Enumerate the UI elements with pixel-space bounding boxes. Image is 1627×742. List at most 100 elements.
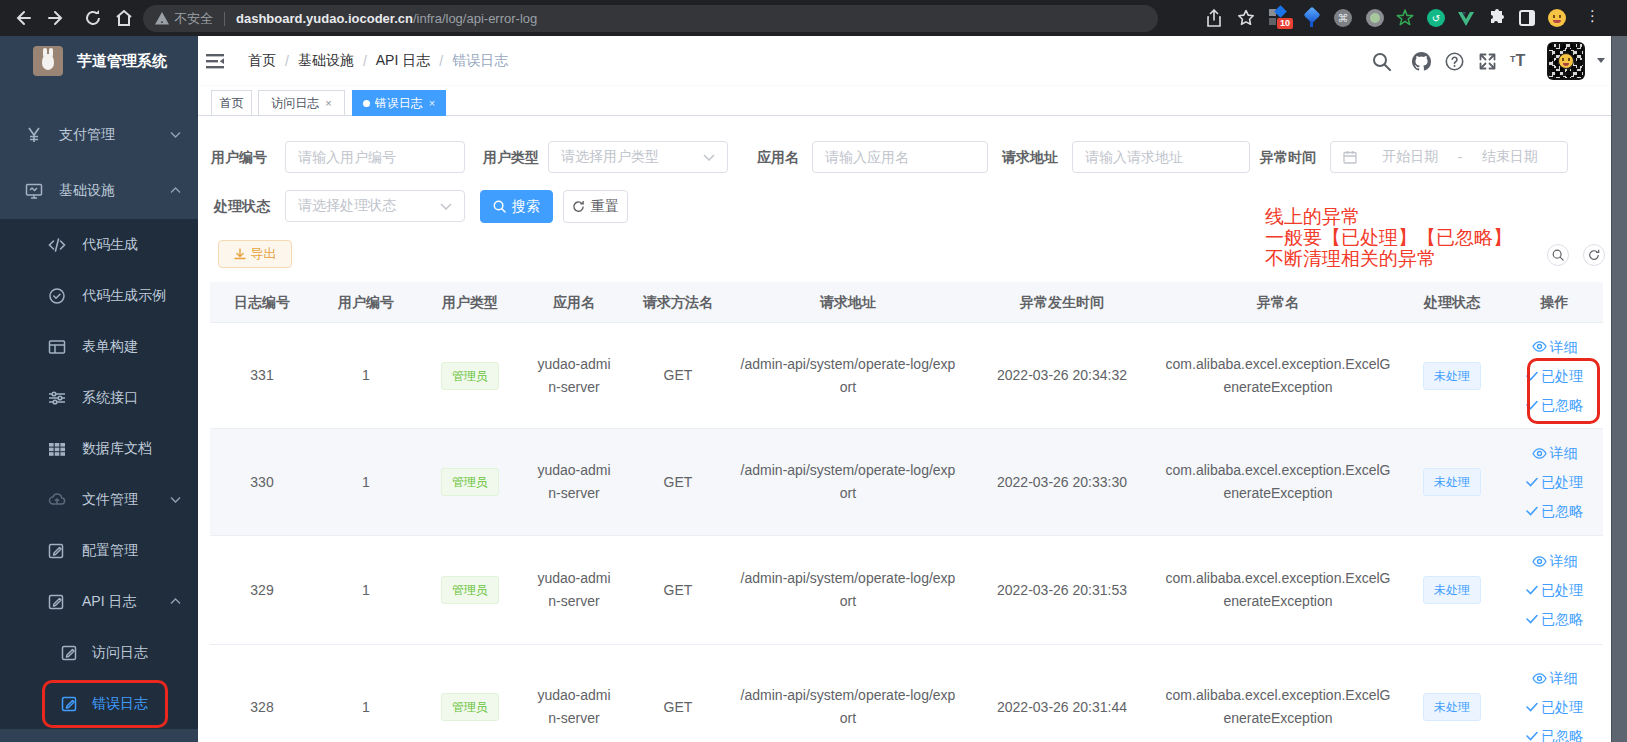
search-icon[interactable] [1372,52,1391,71]
download-icon [234,248,246,260]
extensions-puzzle-icon[interactable] [1488,9,1506,27]
sidepanel-icon[interactable] [1518,9,1536,27]
bookmark-star-icon[interactable] [1237,9,1255,27]
back-icon[interactable] [13,9,31,27]
extension-vue-icon[interactable] [1457,9,1475,27]
breadcrumb-item[interactable]: API 日志 [376,52,430,70]
extension-green-circle-icon[interactable]: ↺ [1427,9,1445,27]
cell-log-id: 329 [210,536,314,644]
share-icon[interactable] [1205,9,1223,27]
font-size-icon[interactable]: TT [1510,52,1529,71]
exception-time-range-picker[interactable]: 开始日期 - 结束日期 [1330,141,1568,173]
edit-icon [48,593,66,611]
reset-button[interactable]: 重置 [563,190,628,223]
cloud-icon [48,491,66,509]
sidebar-item[interactable]: 配置管理 [0,525,198,576]
extension-tag-manager-icon[interactable]: 10 [1269,9,1287,27]
warning-icon [155,12,169,25]
reload-icon[interactable] [84,9,102,27]
cell-user-type: 管理员 [418,536,522,644]
extension-kite-icon[interactable] [1303,9,1321,27]
export-button[interactable]: 导出 [218,240,292,268]
toggle-search-button[interactable] [1547,244,1569,266]
processed-label: 已处理 [1541,474,1583,490]
security-warning[interactable]: 不安全 [155,10,213,28]
sidebar-item[interactable]: 代码生成 [0,219,198,270]
process-status-select[interactable]: 请选择处理状态 [285,190,465,222]
user-id-input[interactable] [285,141,465,173]
user-type-select[interactable]: 请选择用户类型 [548,141,728,173]
user-avatar[interactable] [1547,42,1585,80]
search-button[interactable]: 搜索 [480,190,553,223]
processed-link[interactable]: 已处理 [1526,474,1583,490]
detail-link[interactable]: 详细 [1532,553,1578,569]
processed-link[interactable]: 已处理 [1526,582,1583,598]
sidebar-item[interactable]: 基础设施 [0,163,198,219]
address-bar[interactable]: 不安全 dashboard.yudao.iocoder.cn/infra/log… [143,5,1158,32]
breadcrumb-item[interactable]: 首页 [248,52,276,70]
extension-star-icon[interactable] [1396,9,1414,27]
home-icon[interactable] [115,9,133,27]
ignored-link[interactable]: 已忽略 [1526,611,1583,627]
refresh-table-button[interactable] [1583,244,1605,266]
forward-icon[interactable] [48,9,66,27]
sidebar-item[interactable]: 表单构建 [0,321,198,372]
sidebar-item[interactable]: 数据库文档 [0,423,198,474]
request-url-input[interactable] [1072,141,1250,173]
sidebar-item-label: 代码生成示例 [82,287,166,305]
extension-record-icon[interactable] [1366,9,1384,27]
sidebar-item-label: 支付管理 [59,126,115,144]
ignored-link[interactable]: 已忽略 [1526,503,1583,519]
sidebar-item[interactable]: 系统接口 [0,372,198,423]
cell-log-id: 331 [210,323,314,428]
sidebar-item[interactable]: 代码生成示例 [0,270,198,321]
column-header: 日志编号 [210,282,314,322]
status-tag: 未处理 [1423,693,1481,721]
start-date-placeholder[interactable]: 开始日期 [1363,148,1458,166]
user-type-tag: 管理员 [441,362,499,390]
ignored-link[interactable]: 已忽略 [1526,728,1583,742]
detail-link[interactable]: 详细 [1532,670,1578,686]
tab-home[interactable]: 首页 [211,90,252,116]
tab-error-log[interactable]: 错误日志× [352,90,446,116]
sidebar-item[interactable]: 文件管理 [0,474,198,525]
action-links: 详细已处理已忽略 [1526,553,1583,627]
page-content: 用户编号 用户类型 请选择用户类型 应用名 请求地址 异常时间 开始日期 - 结… [198,116,1611,742]
close-tab-icon[interactable]: × [325,97,331,109]
edit-icon [48,542,66,560]
chevron-down-icon [170,131,181,138]
extension-cmd-icon[interactable]: ⌘ [1334,9,1352,27]
grid-icon [48,440,66,458]
column-header: 请求方法名 [626,282,730,322]
detail-label: 详细 [1550,553,1578,569]
cell-exception-time: 2022-03-26 20:34:32 [966,323,1158,428]
processed-link[interactable]: 已处理 [1526,699,1583,715]
breadcrumb-item[interactable]: 基础设施 [298,52,354,70]
user-type-tag: 管理员 [441,468,499,496]
request-url-text: /admin-api/system/operate-log/export [739,567,957,613]
cell-status: 未处理 [1398,429,1506,535]
browser-menu-icon[interactable]: ⋮ [1585,7,1600,25]
tab-access-log[interactable]: 访问日志× [258,90,345,116]
browser-scrollbar[interactable] [1611,36,1627,742]
fullscreen-icon[interactable] [1478,52,1497,71]
collapse-sidebar-icon[interactable] [205,51,225,71]
detail-link[interactable]: 详细 [1532,339,1578,355]
github-icon[interactable] [1412,52,1431,71]
sidebar-item[interactable]: API 日志 [0,576,198,627]
avatar-caret-icon[interactable] [1597,58,1605,67]
cell-user-id: 1 [314,536,418,644]
column-header: 用户编号 [314,282,418,322]
help-icon[interactable] [1445,52,1464,71]
profile-avatar-icon[interactable] [1548,9,1566,27]
close-tab-icon[interactable]: × [429,97,435,109]
detail-link[interactable]: 详细 [1532,445,1578,461]
sidebar-item[interactable]: 访问日志 [0,627,198,678]
processed-label: 已处理 [1541,582,1583,598]
cell-actions: 详细已处理已忽略 [1506,645,1603,742]
search-icon [1552,249,1564,261]
app-name-input[interactable] [812,141,988,173]
sidebar-item[interactable]: 支付管理 [0,107,198,163]
end-date-placeholder[interactable]: 结束日期 [1462,148,1557,166]
cell-user-type: 管理员 [418,323,522,428]
